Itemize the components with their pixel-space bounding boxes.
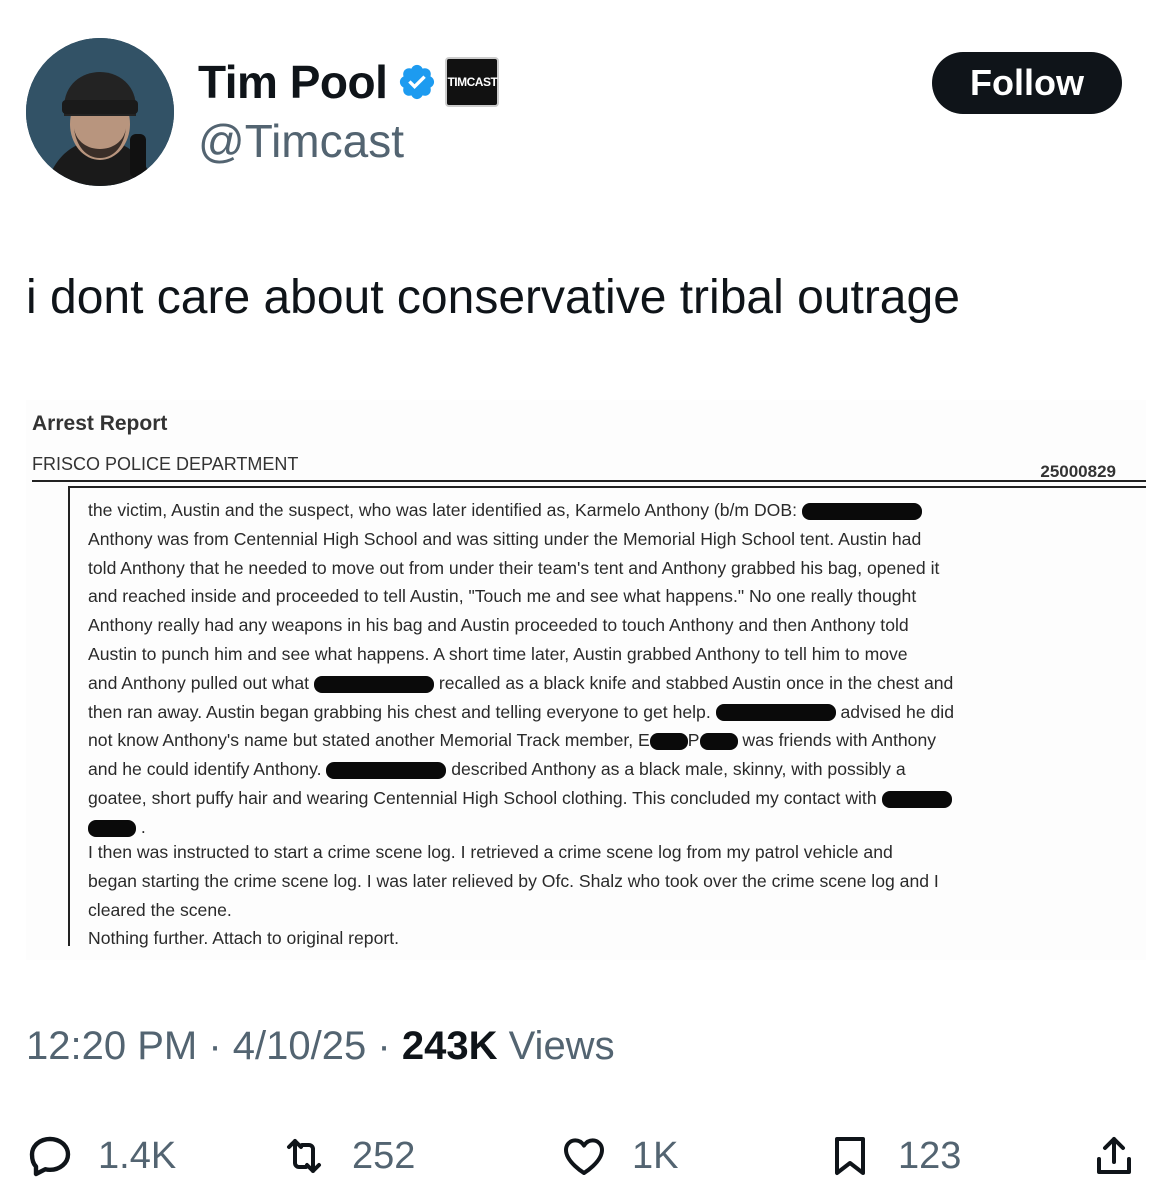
follow-button[interactable]: Follow	[932, 52, 1122, 114]
document-rule	[70, 486, 1146, 488]
like-button[interactable]: 1K	[560, 1124, 678, 1188]
document-line: Austin to punch him and see what happens…	[88, 643, 908, 664]
views-label: Views	[508, 1024, 615, 1068]
redaction-mark	[801, 502, 922, 520]
document-line: Nothing further. Attach to original repo…	[88, 928, 399, 949]
document-line: not know Anthony's name but stated anoth…	[88, 730, 937, 751]
document-department: FRISCO POLICE DEPARTMENT	[32, 454, 299, 474]
redaction-mark	[88, 819, 136, 837]
document-margin-line	[68, 486, 70, 946]
document-line: began starting the crime scene log. I wa…	[88, 870, 939, 891]
document-report-number: 25000829	[1040, 462, 1116, 481]
attached-document-image[interactable]: Arrest Report FRISCO POLICE DEPARTMENT 2…	[26, 400, 1146, 960]
redaction-mark	[715, 704, 836, 722]
reply-button[interactable]: 1.4K	[26, 1124, 176, 1188]
share-button[interactable]	[1090, 1124, 1138, 1188]
avatar-image	[26, 38, 174, 186]
retweet-icon	[287, 1139, 321, 1173]
redaction-mark	[649, 733, 688, 751]
tweet-meta: 12:20 PM · 4/10/25 · 243K Views	[26, 1024, 615, 1069]
bookmark-button[interactable]: 123	[826, 1124, 961, 1188]
tweet-text: i dont care about conservative tribal ou…	[26, 271, 960, 324]
document-line: I then was instructed to start a crime s…	[88, 842, 893, 862]
redaction-mark	[881, 790, 952, 808]
tweet-time[interactable]: 12:20 PM	[26, 1024, 197, 1068]
document-rule	[32, 480, 1146, 482]
author-name-row: Tim Pool TIMCAST	[198, 54, 500, 110]
reply-count: 1.4K	[98, 1134, 177, 1177]
affiliate-badge[interactable]: TIMCAST	[445, 57, 500, 107]
document-line: cleared the scene.	[88, 899, 232, 920]
like-icon	[564, 1138, 604, 1175]
meta-separator: ·	[377, 1024, 391, 1068]
document-line: Anthony was from Centennial High School …	[88, 528, 922, 549]
document-paragraph-1: the victim, Austin and the suspect, who …	[88, 496, 954, 842]
views-count: 243K	[401, 1024, 498, 1068]
verified-badge-icon	[400, 64, 435, 100]
bookmark-count: 123	[898, 1134, 962, 1177]
document-line: Anthony really had any weapons in his ba…	[88, 615, 909, 636]
document-line: told Anthony that he needed to move out …	[88, 557, 940, 578]
document-title: Arrest Report	[32, 412, 168, 435]
document-line: the victim, Austin and the suspect, who …	[88, 496, 954, 525]
redaction-mark	[326, 762, 447, 780]
author-avatar[interactable]	[26, 38, 174, 186]
redaction-mark	[699, 733, 738, 751]
document-line: and Anthony pulled out what recalled as …	[88, 672, 954, 693]
retweet-count: 252	[352, 1134, 416, 1177]
author-display-name[interactable]: Tim Pool	[198, 55, 388, 109]
document-paragraph-2: I then was instructed to start a crime s…	[88, 838, 939, 953]
document-line: and he could identify Anthony. described…	[88, 759, 906, 780]
document-line: goatee, short puffy hair and wearing Cen…	[88, 784, 954, 813]
share-icon	[1097, 1137, 1131, 1174]
action-bar: 1.4K 252 1K 123	[0, 1124, 1171, 1188]
reply-icon	[29, 1136, 71, 1177]
redaction-mark	[313, 675, 434, 693]
document-line: and reached inside and proceeded to tell…	[88, 586, 917, 607]
like-count: 1K	[632, 1134, 679, 1177]
meta-separator: ·	[208, 1024, 222, 1068]
author-handle[interactable]: @Timcast	[198, 114, 404, 168]
retweet-button[interactable]: 252	[280, 1124, 415, 1188]
bookmark-icon	[835, 1137, 865, 1175]
document-line: then ran away. Austin began grabbing his…	[88, 701, 954, 722]
tweet-date[interactable]: 4/10/25	[233, 1024, 366, 1068]
